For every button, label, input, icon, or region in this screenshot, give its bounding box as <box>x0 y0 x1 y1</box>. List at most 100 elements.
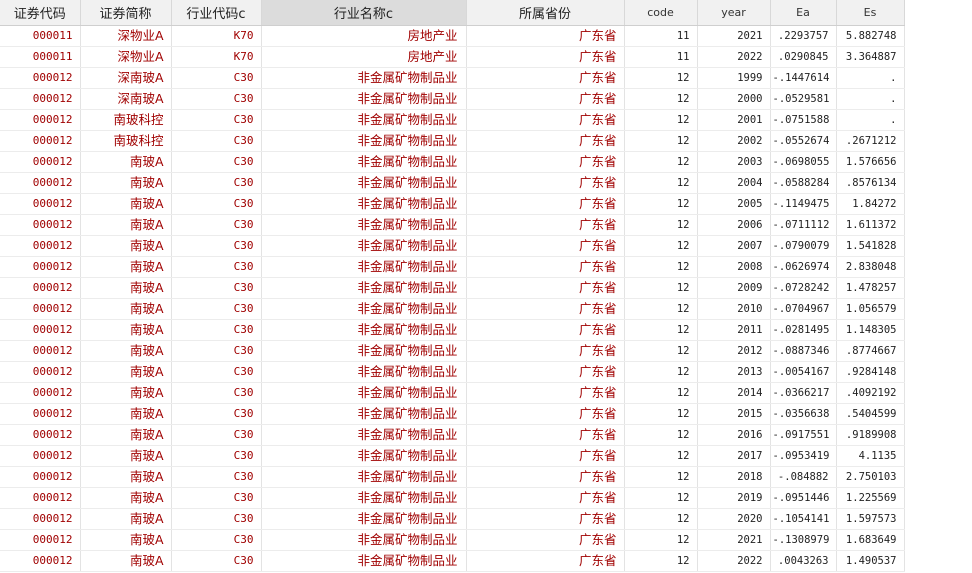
table-cell[interactable]: 000012 <box>0 382 81 404</box>
table-cell[interactable]: .5404599 <box>836 403 905 425</box>
table-cell[interactable]: C30 <box>171 424 262 446</box>
table-cell[interactable]: .4092192 <box>836 382 905 404</box>
table-cell[interactable]: 12 <box>624 130 698 152</box>
table-cell[interactable]: 广东省 <box>466 46 625 68</box>
table-cell[interactable]: -.1149475 <box>770 193 837 215</box>
table-cell[interactable]: -.0790079 <box>770 235 837 257</box>
table-cell[interactable]: C30 <box>171 361 262 383</box>
table-cell[interactable]: 12 <box>624 193 698 215</box>
table-cell[interactable]: 000012 <box>0 130 81 152</box>
table-cell[interactable]: 000012 <box>0 193 81 215</box>
table-cell[interactable]: C30 <box>171 298 262 320</box>
table-cell[interactable]: 广东省 <box>466 382 625 404</box>
column-header-ea[interactable]: Ea <box>770 0 837 26</box>
table-cell[interactable]: 12 <box>624 319 698 341</box>
table-cell[interactable]: 非金属矿物制品业 <box>261 424 467 446</box>
table-cell[interactable]: 12 <box>624 88 698 110</box>
table-cell[interactable]: K70 <box>171 25 262 47</box>
table-cell[interactable]: 南玻A <box>80 340 172 362</box>
table-cell[interactable]: .0290845 <box>770 46 837 68</box>
table-cell[interactable]: 南玻A <box>80 172 172 194</box>
table-cell[interactable]: 非金属矿物制品业 <box>261 172 467 194</box>
table-cell[interactable]: 12 <box>624 298 698 320</box>
table-cell[interactable]: 12 <box>624 382 698 404</box>
table-cell[interactable]: 1.148305 <box>836 319 905 341</box>
table-cell[interactable]: 1.056579 <box>836 298 905 320</box>
table-cell[interactable]: 广东省 <box>466 88 625 110</box>
table-cell[interactable]: C30 <box>171 130 262 152</box>
table-cell[interactable]: -.0054167 <box>770 361 837 383</box>
column-header-province[interactable]: 所属省份 <box>466 0 625 26</box>
table-cell[interactable]: 广东省 <box>466 130 625 152</box>
table-cell[interactable]: 1.683649 <box>836 529 905 551</box>
table-cell[interactable]: 2009 <box>697 277 771 299</box>
table-cell[interactable]: C30 <box>171 382 262 404</box>
table-cell[interactable]: -.0552674 <box>770 130 837 152</box>
table-cell[interactable]: .8576134 <box>836 172 905 194</box>
table-cell[interactable]: 非金属矿物制品业 <box>261 466 467 488</box>
table-cell[interactable]: 12 <box>624 403 698 425</box>
table-cell[interactable]: 2010 <box>697 298 771 320</box>
column-header-es[interactable]: Es <box>836 0 905 26</box>
table-cell[interactable]: 000012 <box>0 67 81 89</box>
column-header-code[interactable]: code <box>624 0 698 26</box>
table-cell[interactable]: 广东省 <box>466 151 625 173</box>
table-cell[interactable]: C30 <box>171 151 262 173</box>
table-cell[interactable]: 12 <box>624 529 698 551</box>
table-cell[interactable]: 广东省 <box>466 298 625 320</box>
table-cell[interactable]: 000012 <box>0 508 81 530</box>
table-cell[interactable]: 2005 <box>697 193 771 215</box>
table-cell[interactable]: 12 <box>624 550 698 572</box>
table-cell[interactable]: 2011 <box>697 319 771 341</box>
table-cell[interactable]: -.0704967 <box>770 298 837 320</box>
table-cell[interactable]: 非金属矿物制品业 <box>261 508 467 530</box>
table-cell[interactable]: -.0887346 <box>770 340 837 362</box>
table-cell[interactable]: 12 <box>624 256 698 278</box>
table-cell[interactable]: . <box>836 109 905 131</box>
table-cell[interactable]: 广东省 <box>466 550 625 572</box>
table-cell[interactable]: 非金属矿物制品业 <box>261 214 467 236</box>
table-cell[interactable]: 2012 <box>697 340 771 362</box>
table-cell[interactable]: 广东省 <box>466 109 625 131</box>
table-cell[interactable]: 000012 <box>0 550 81 572</box>
table-cell[interactable]: 南玻A <box>80 256 172 278</box>
table-cell[interactable]: 1999 <box>697 67 771 89</box>
table-cell[interactable]: 000012 <box>0 361 81 383</box>
table-cell[interactable]: 11 <box>624 25 698 47</box>
table-cell[interactable]: 南玻A <box>80 508 172 530</box>
table-cell[interactable]: 深南玻A <box>80 67 172 89</box>
table-cell[interactable]: 广东省 <box>466 214 625 236</box>
table-cell[interactable]: 2019 <box>697 487 771 509</box>
table-cell[interactable]: K70 <box>171 46 262 68</box>
table-cell[interactable]: C30 <box>171 445 262 467</box>
table-cell[interactable]: 000012 <box>0 214 81 236</box>
table-cell[interactable]: 南玻A <box>80 382 172 404</box>
table-cell[interactable]: 000012 <box>0 487 81 509</box>
table-cell[interactable]: 2017 <box>697 445 771 467</box>
table-cell[interactable]: 000011 <box>0 46 81 68</box>
table-cell[interactable]: 2001 <box>697 109 771 131</box>
table-cell[interactable]: 非金属矿物制品业 <box>261 235 467 257</box>
table-cell[interactable]: -.0281495 <box>770 319 837 341</box>
table-cell[interactable]: C30 <box>171 487 262 509</box>
table-cell[interactable]: 2004 <box>697 172 771 194</box>
table-cell[interactable]: 12 <box>624 172 698 194</box>
table-cell[interactable]: 非金属矿物制品业 <box>261 403 467 425</box>
table-cell[interactable]: 非金属矿物制品业 <box>261 445 467 467</box>
table-cell[interactable]: 12 <box>624 109 698 131</box>
table-cell[interactable]: 南玻科控 <box>80 130 172 152</box>
table-cell[interactable]: -.0728242 <box>770 277 837 299</box>
table-cell[interactable]: 2.750103 <box>836 466 905 488</box>
table-cell[interactable]: 1.84272 <box>836 193 905 215</box>
table-cell[interactable]: C30 <box>171 88 262 110</box>
table-cell[interactable]: 12 <box>624 361 698 383</box>
table-cell[interactable]: 000012 <box>0 340 81 362</box>
table-cell[interactable]: 非金属矿物制品业 <box>261 256 467 278</box>
table-cell[interactable]: 000012 <box>0 319 81 341</box>
table-cell[interactable]: C30 <box>171 319 262 341</box>
table-cell[interactable]: 非金属矿物制品业 <box>261 298 467 320</box>
table-cell[interactable]: 广东省 <box>466 193 625 215</box>
table-cell[interactable]: C30 <box>171 466 262 488</box>
table-cell[interactable]: -.0626974 <box>770 256 837 278</box>
table-cell[interactable]: . <box>836 67 905 89</box>
